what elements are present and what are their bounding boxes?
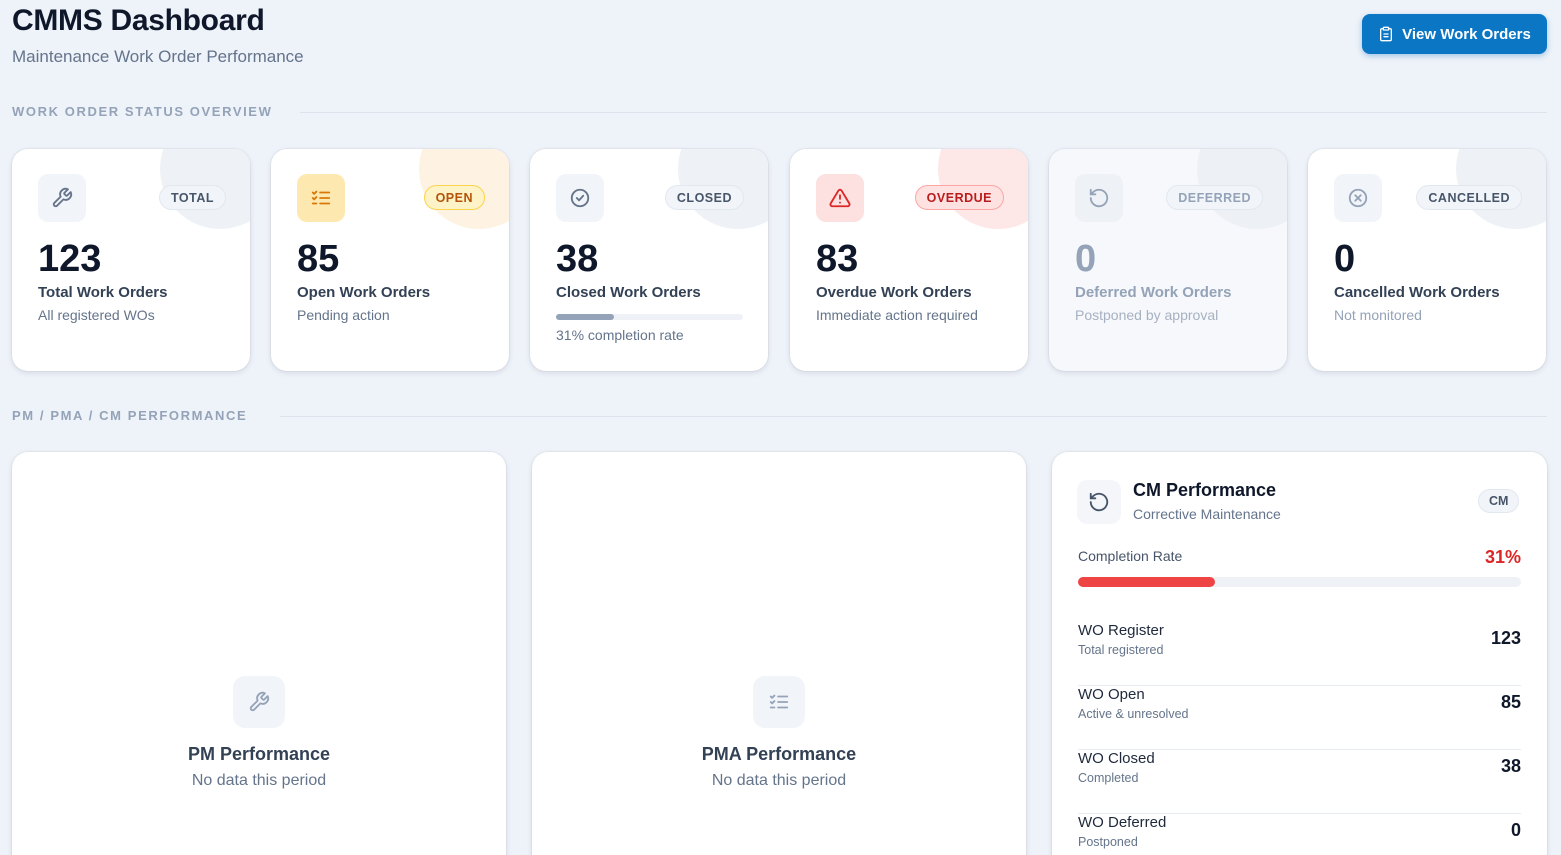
status-badge: OVERDUE <box>914 185 1004 210</box>
stat-label: Cancelled Work Orders <box>1334 284 1500 301</box>
metric-sub: Postponed <box>1078 835 1138 849</box>
stat-label: Overdue Work Orders <box>816 284 972 301</box>
rotate-ccw-icon <box>1089 188 1109 208</box>
stat-card-overdue[interactable]: OVERDUE 83 Overdue Work Orders Immediate… <box>790 149 1028 371</box>
metric-value: 38 <box>1500 756 1521 776</box>
stat-icon-box <box>556 174 604 222</box>
pm-performance-card: PM Performance No data this period <box>12 452 506 855</box>
stat-label: Closed Work Orders <box>556 284 701 301</box>
stat-value: 83 <box>816 238 859 280</box>
completion-rate-value: 31% <box>1484 547 1521 567</box>
stat-sub: All registered WOs <box>38 307 155 323</box>
section-title-performance: PM / PMA / CM PERFORMANCE <box>12 408 248 423</box>
stat-icon-box <box>1334 174 1382 222</box>
pma-empty-message: No data this period <box>711 772 847 789</box>
metric-sub: Total registered <box>1078 643 1164 657</box>
stat-value: 0 <box>1075 238 1097 280</box>
metric-row-wo-open: WO Open Active & unresolved 85 <box>1078 686 1521 750</box>
metric-row-wo-closed: WO Closed Completed 38 <box>1078 750 1521 814</box>
metric-row-wo-deferred: WO Deferred Postponed 0 <box>1078 814 1521 855</box>
check-circle-icon <box>570 188 590 208</box>
stat-card-closed[interactable]: CLOSED 38 Closed Work Orders 31% complet… <box>530 149 768 371</box>
empty-state-icon-box <box>233 676 285 728</box>
stat-value: 123 <box>38 238 102 280</box>
stat-card-open[interactable]: OPEN 85 Open Work Orders Pending action <box>271 149 509 371</box>
status-badge: CLOSED <box>664 185 744 210</box>
pm-empty-message: No data this period <box>191 772 327 789</box>
metric-value: 85 <box>1500 692 1521 712</box>
stat-icon-box <box>1075 174 1123 222</box>
cm-icon-box <box>1077 480 1121 524</box>
completion-progress-bar <box>556 314 743 320</box>
stat-sub: Not monitored <box>1334 307 1422 323</box>
section-divider <box>280 416 1547 417</box>
status-badge: OPEN <box>423 185 485 210</box>
status-badge: TOTAL <box>158 185 226 210</box>
metric-value: 123 <box>1490 628 1521 648</box>
wrench-icon <box>52 187 73 208</box>
stat-sub: Postponed by approval <box>1075 307 1219 323</box>
pma-performance-card: PMA Performance No data this period <box>532 452 1026 855</box>
stat-value: 38 <box>556 238 599 280</box>
view-work-orders-button[interactable]: View Work Orders <box>1362 14 1547 54</box>
completion-rate-fill <box>1078 577 1216 587</box>
completion-rate-bar <box>1078 577 1521 587</box>
stat-label: Deferred Work Orders <box>1075 284 1232 301</box>
page-subtitle: Maintenance Work Order Performance <box>12 47 304 66</box>
rotate-ccw-icon <box>1089 492 1109 512</box>
alert-triangle-icon <box>829 188 851 208</box>
clipboard-icon <box>1380 26 1393 42</box>
wrench-icon <box>249 691 270 712</box>
pma-performance-title: PMA Performance <box>701 744 857 764</box>
section-title-status-overview: WORK ORDER STATUS OVERVIEW <box>12 104 273 119</box>
list-check-icon <box>769 694 789 709</box>
stat-icon-box <box>816 174 864 222</box>
view-work-orders-label: View Work Orders <box>1402 25 1531 43</box>
page-header: CMMS Dashboard Maintenance Work Order Pe… <box>12 4 304 67</box>
metric-value: 0 <box>1510 820 1521 840</box>
cm-badge: CM <box>1478 489 1520 513</box>
stat-label: Open Work Orders <box>297 284 431 301</box>
section-divider <box>300 112 1547 113</box>
metric-sub: Completed <box>1078 771 1139 785</box>
metric-label: WO Open <box>1078 686 1145 703</box>
cm-performance-card: CM Performance Corrective Maintenance CM… <box>1052 452 1547 855</box>
empty-state-icon-box <box>753 676 805 728</box>
stat-value: 85 <box>297 238 340 280</box>
status-badge: CANCELLED <box>1416 185 1522 210</box>
pm-performance-title: PM Performance <box>187 744 331 764</box>
stat-label: Total Work Orders <box>38 284 168 301</box>
stat-card-deferred[interactable]: DEFERRED 0 Deferred Work Orders Postpone… <box>1049 149 1287 371</box>
cm-performance-title: CM Performance <box>1133 480 1277 500</box>
completion-rate-label: Completion Rate <box>1078 548 1183 564</box>
metric-label: WO Register <box>1078 622 1164 639</box>
page-title: CMMS Dashboard <box>12 4 265 37</box>
status-badge: DEFERRED <box>1166 185 1263 210</box>
cm-performance-subtitle: Corrective Maintenance <box>1133 506 1281 522</box>
stat-sub: Pending action <box>297 307 390 323</box>
completion-progress-fill <box>556 314 614 320</box>
stat-value: 0 <box>1334 238 1356 280</box>
stat-icon-box <box>297 174 345 222</box>
list-check-icon <box>311 190 331 205</box>
x-circle-icon <box>1348 188 1368 208</box>
stat-card-total[interactable]: TOTAL 123 Total Work Orders All register… <box>12 149 250 371</box>
metric-label: WO Closed <box>1078 750 1155 767</box>
metric-row-wo-register: WO Register Total registered 123 <box>1078 622 1521 686</box>
completion-rate-text: 31% completion rate <box>556 327 684 343</box>
metric-sub: Active & unresolved <box>1078 707 1189 721</box>
stat-icon-box <box>38 174 86 222</box>
metric-label: WO Deferred <box>1078 814 1167 831</box>
stat-card-cancelled[interactable]: CANCELLED 0 Cancelled Work Orders Not mo… <box>1308 149 1546 371</box>
stat-sub: Immediate action required <box>816 307 978 323</box>
